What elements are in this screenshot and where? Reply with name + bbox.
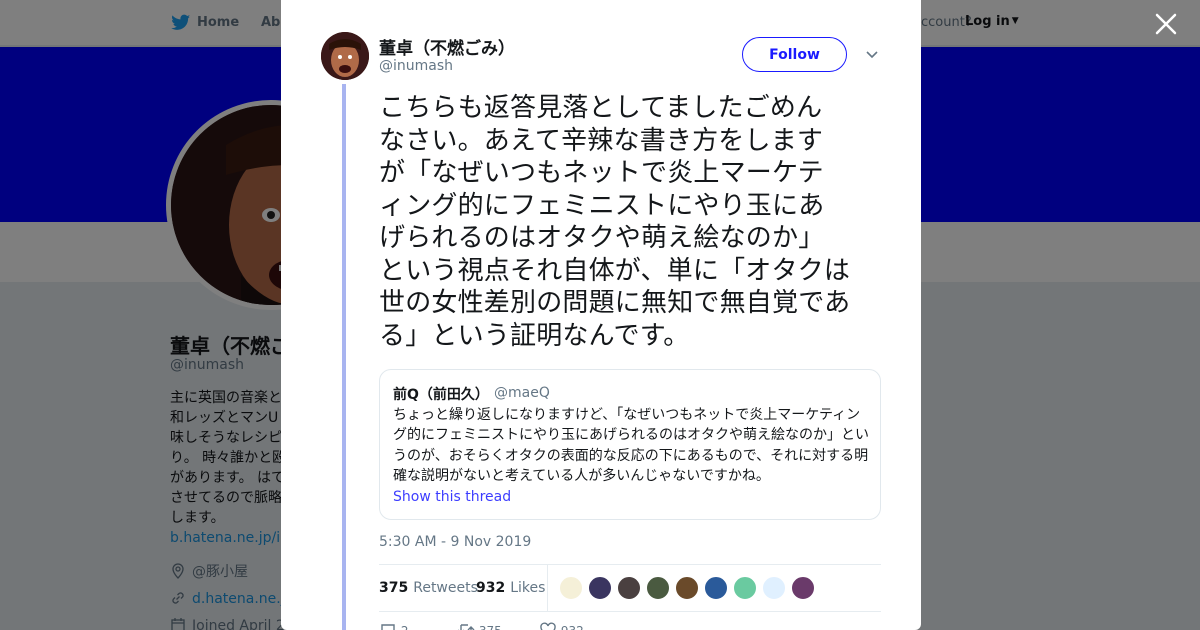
reply-action[interactable]: 2: [379, 622, 408, 630]
retweets-stat[interactable]: 375 Retweets: [379, 580, 478, 596]
tweet-line: る」という証明なんです。: [379, 320, 690, 351]
liker-avatar[interactable]: [762, 576, 786, 600]
reply-count: 2: [401, 624, 409, 630]
tweet-stats: 375 Retweets 932 Likes: [379, 564, 881, 612]
author-handle[interactable]: @inumash: [379, 58, 453, 74]
follow-button[interactable]: Follow: [742, 37, 847, 72]
tweet-line: が「なぜいつもネットで炎上マーケテ: [379, 158, 824, 188]
show-thread-link[interactable]: Show this thread: [393, 489, 511, 505]
thread-line: [342, 84, 346, 630]
liker-avatar[interactable]: [559, 576, 583, 600]
tweet-line: なさい。あえて辛辣な書き方をします: [379, 125, 824, 156]
quote-line: 確な説明がないと考えている人が多いんじゃないですかね。: [393, 467, 770, 484]
liker-avatar[interactable]: [733, 576, 757, 600]
chevron-down-icon[interactable]: [865, 47, 879, 61]
tweet-line: 世の女性差別の問題に無知で無自覚であ: [379, 288, 851, 318]
like-count: 932: [561, 624, 584, 630]
likes-label: Likes: [510, 580, 546, 596]
author-avatar[interactable]: [321, 32, 369, 80]
liker-avatar[interactable]: [617, 576, 641, 600]
liker-avatar[interactable]: [704, 576, 728, 600]
quote-line: ちょっと繰り返しになりますけど、「なぜいつもネットで炎上マーケティン: [393, 407, 861, 423]
retweets-count: 375: [379, 580, 409, 596]
author-name[interactable]: 董卓（不燃ごみ）: [379, 34, 515, 59]
quote-line: グ的にフェミニストにやり玉にあげられるのはオタクや萌え絵なのか」とい: [393, 427, 869, 444]
tweet-modal: 董卓（不燃ごみ） @inumash Follow こちらも返答見落としてましたご…: [281, 0, 921, 630]
quote-line: うのが、おそらくオタクの表面的な反応の下にあるもので、それに対する明: [393, 447, 869, 464]
likes-count: 932: [476, 580, 506, 596]
retweet-icon: [458, 624, 475, 630]
tweet-text: こちらも返答見落としてましたごめん なさい。あえて辛辣な書き方をします が「なぜ…: [379, 92, 885, 352]
quoted-tweet[interactable]: 前Q（前田久） @maeQ ちょっと繰り返しになりますけど、「なぜいつもネットで…: [379, 369, 881, 520]
tweet-actions: 2 375 932: [379, 622, 679, 630]
retweets-label: Retweets: [413, 580, 478, 596]
tweet-timestamp[interactable]: 5:30 AM - 9 Nov 2019: [379, 534, 531, 550]
tweet-line: こちらも返答見落としてましたごめん: [379, 93, 823, 123]
quote-text: ちょっと繰り返しになりますけど、「なぜいつもネットで炎上マーケティン グ的にフェ…: [393, 405, 873, 486]
tweet-line: ィング的にフェミニストにやり玉にあ: [379, 190, 825, 221]
likes-stat[interactable]: 932 Likes: [476, 580, 545, 596]
tweet-line: げられるのはオタクや萌え絵なのか」: [379, 223, 825, 253]
retweet-action[interactable]: 375: [457, 622, 502, 630]
quote-author-name: 前Q（前田久）: [393, 387, 489, 403]
author-avatar-image: [321, 32, 369, 80]
liker-avatar[interactable]: [791, 576, 815, 600]
reply-icon: [381, 624, 395, 630]
retweet-count: 375: [479, 624, 502, 630]
like-action[interactable]: 932: [539, 622, 584, 630]
stats-divider: [547, 565, 548, 612]
heart-icon: [540, 622, 556, 630]
tweet-line: という視点それ自体が、単に「オタクは: [379, 255, 851, 286]
liker-avatar[interactable]: [675, 576, 699, 600]
close-icon[interactable]: [1154, 12, 1178, 36]
liker-avatar[interactable]: [588, 576, 612, 600]
liker-avatar[interactable]: [646, 576, 670, 600]
quote-author-handle: @maeQ: [494, 385, 550, 401]
